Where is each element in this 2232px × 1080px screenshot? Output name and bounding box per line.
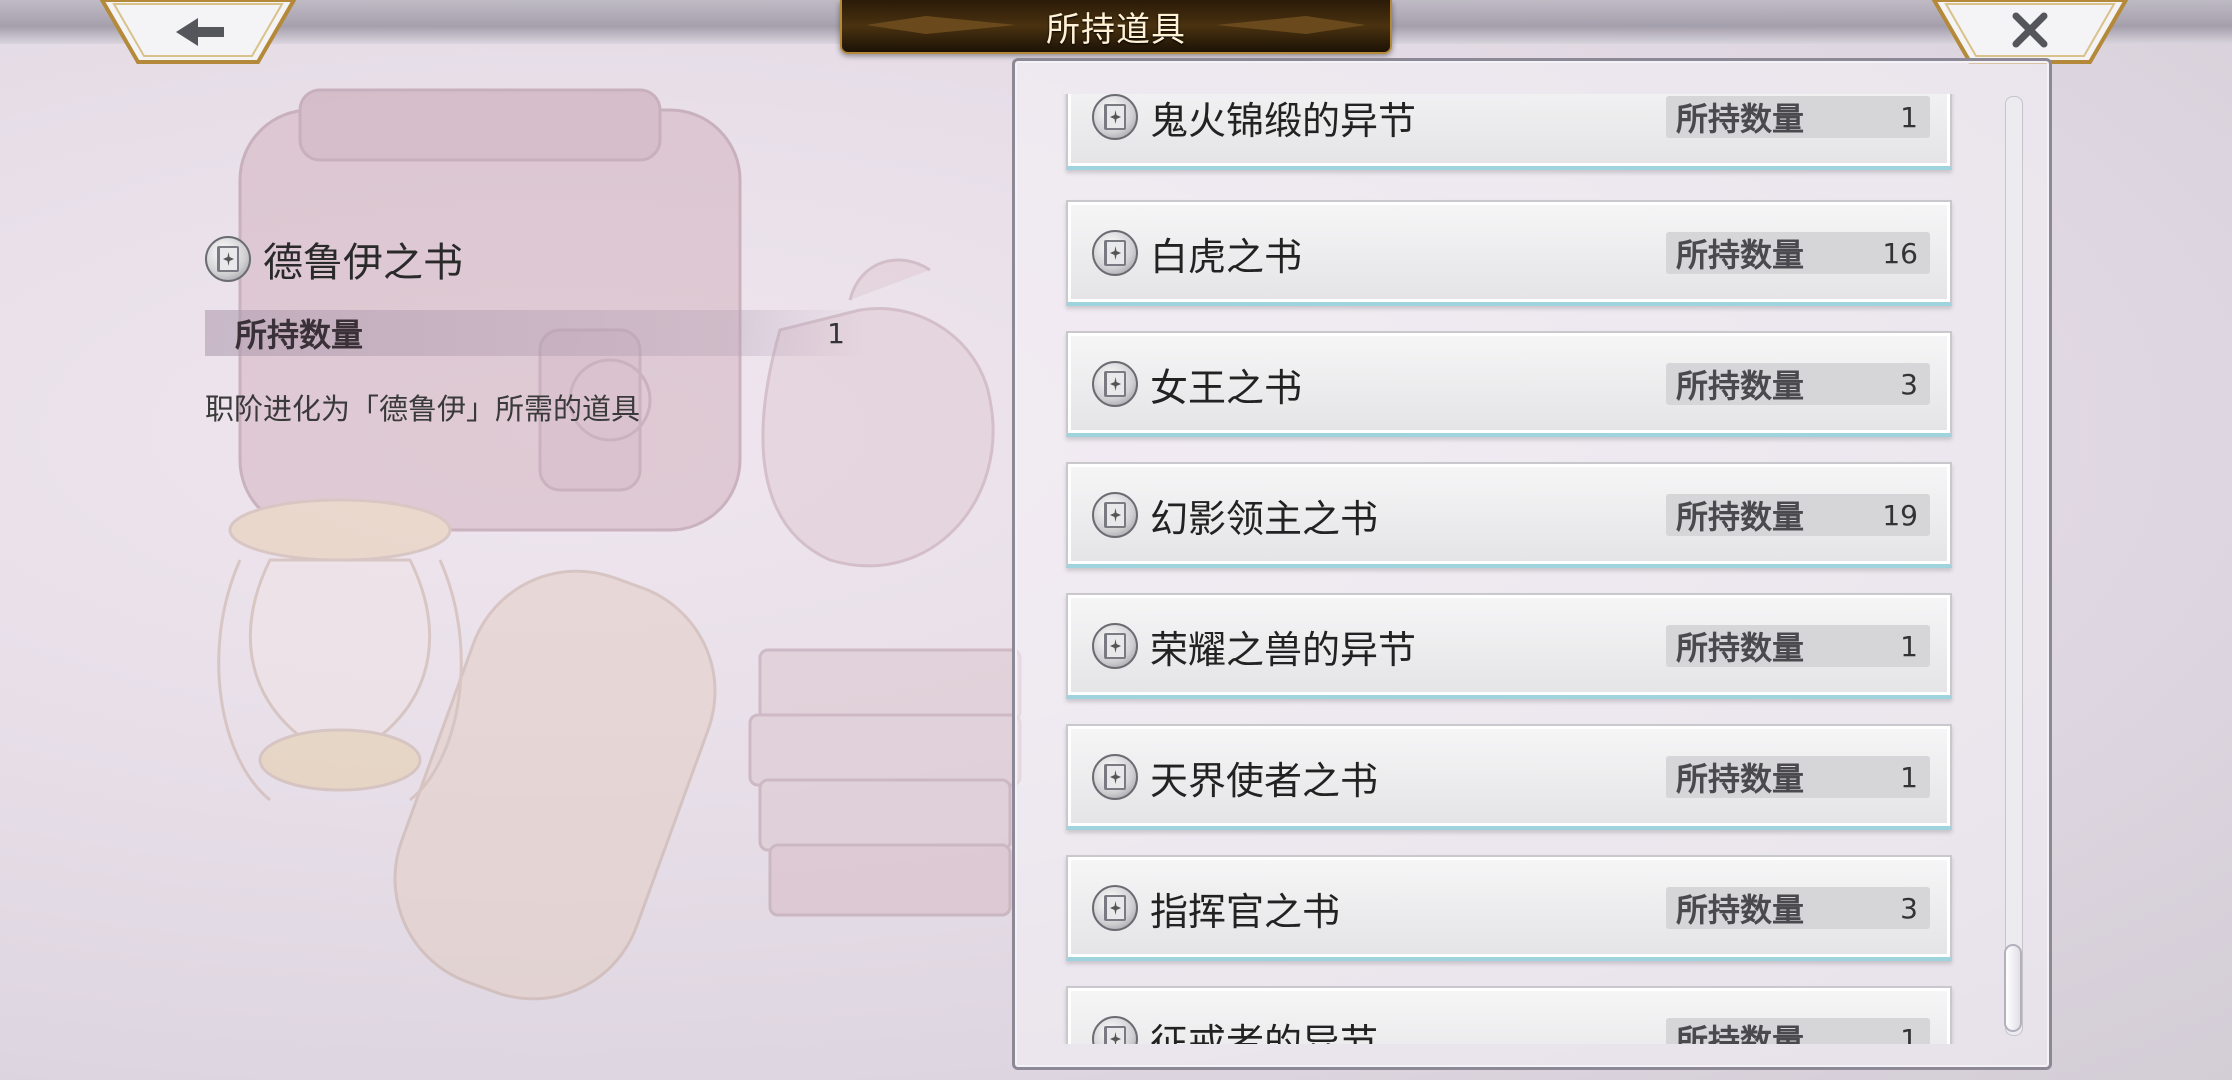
- book-icon: [1092, 492, 1138, 538]
- page-title: 所持道具: [1046, 9, 1186, 50]
- book-icon: [1092, 1016, 1138, 1044]
- title-plate: 所持道具: [840, 0, 1392, 54]
- book-icon: [1092, 623, 1138, 669]
- item-quantity-value: 3: [1900, 367, 1918, 401]
- item-quantity-value: 1: [1900, 760, 1918, 794]
- list-item[interactable]: 鬼火锦缎的异节 所持数量 1: [1066, 94, 1952, 170]
- book-icon: [1092, 94, 1138, 140]
- background-illustration: [217, 88, 1022, 1001]
- list-item[interactable]: 天界使者之书 所持数量 1: [1066, 724, 1952, 830]
- item-quantity-label: 所持数量: [1676, 100, 1805, 138]
- item-quantity-value: 1: [1900, 629, 1918, 663]
- item-name: 幻影领主之书: [1150, 497, 1379, 541]
- item-name: 荣耀之兽的异节: [1150, 628, 1417, 672]
- item-quantity: 所持数量 1: [1666, 1018, 1930, 1044]
- item-detail-panel: 德鲁伊之书 所持数量 1 职阶进化为「德鲁伊」所需的道具: [205, 230, 875, 428]
- ornament-right-icon: [1216, 16, 1366, 34]
- item-name: 征戒者的异节: [1150, 1021, 1379, 1044]
- item-quantity-value: 1: [1900, 100, 1918, 134]
- book-icon: [1092, 230, 1138, 276]
- list-item[interactable]: 幻影领主之书 所持数量 19: [1066, 462, 1952, 568]
- item-quantity: 所持数量 16: [1666, 232, 1930, 274]
- item-quantity: 所持数量 3: [1666, 363, 1930, 405]
- item-quantity-label: 所持数量: [1676, 498, 1805, 536]
- detail-header: 德鲁伊之书: [205, 230, 875, 288]
- item-quantity: 所持数量 1: [1666, 756, 1930, 798]
- item-name: 女王之书: [1150, 366, 1303, 410]
- list-item[interactable]: 女王之书 所持数量 3: [1066, 331, 1952, 437]
- close-button[interactable]: [1930, 0, 2130, 66]
- scrollbar-thumb[interactable]: [2004, 944, 2022, 1032]
- detail-item-name: 德鲁伊之书: [263, 240, 463, 286]
- item-quantity-label: 所持数量: [1676, 367, 1805, 405]
- list-item[interactable]: 指挥官之书 所持数量 3: [1066, 855, 1952, 961]
- item-quantity-label: 所持数量: [1676, 236, 1805, 274]
- item-quantity: 所持数量 19: [1666, 494, 1930, 536]
- item-quantity-label: 所持数量: [1676, 1022, 1805, 1044]
- item-quantity-label: 所持数量: [1676, 760, 1805, 798]
- detail-quantity-bar: 所持数量 1: [205, 310, 865, 356]
- item-quantity-value: 1: [1900, 1022, 1918, 1045]
- ornament-left-icon: [866, 16, 1016, 34]
- item-list[interactable]: 鬼火锦缎的异节 所持数量 1 白虎之书 所持数量 16 女王之书 所持数量 3 幻影领…: [1050, 94, 1970, 1044]
- list-item[interactable]: 荣耀之兽的异节 所持数量 1: [1066, 593, 1952, 699]
- book-icon: [1092, 754, 1138, 800]
- item-quantity: 所持数量 3: [1666, 887, 1930, 929]
- item-quantity-label: 所持数量: [1676, 629, 1805, 667]
- book-icon: [205, 236, 251, 282]
- book-icon: [1092, 885, 1138, 931]
- book-icon: [1092, 361, 1138, 407]
- list-item[interactable]: 白虎之书 所持数量 16: [1066, 200, 1952, 306]
- item-quantity-value: 19: [1882, 498, 1918, 532]
- item-name: 指挥官之书: [1150, 890, 1341, 934]
- item-quantity-value: 3: [1900, 891, 1918, 925]
- item-name: 白虎之书: [1150, 235, 1303, 279]
- detail-quantity-label: 所持数量: [235, 316, 364, 354]
- item-quantity: 所持数量 1: [1666, 96, 1930, 138]
- close-x-icon: [1931, 0, 2129, 64]
- back-button[interactable]: [98, 0, 298, 66]
- detail-description: 职阶进化为「德鲁伊」所需的道具: [205, 392, 641, 426]
- item-quantity: 所持数量 1: [1666, 625, 1930, 667]
- back-arrow-icon: [99, 0, 297, 64]
- detail-quantity-value: 1: [827, 316, 845, 350]
- item-quantity-value: 16: [1882, 236, 1918, 270]
- scrollbar-track[interactable]: [2005, 96, 2023, 1036]
- list-item[interactable]: 征戒者的异节 所持数量 1: [1066, 986, 1952, 1044]
- item-name: 天界使者之书: [1150, 759, 1379, 803]
- item-name: 鬼火锦缎的异节: [1150, 99, 1417, 143]
- item-quantity-label: 所持数量: [1676, 891, 1805, 929]
